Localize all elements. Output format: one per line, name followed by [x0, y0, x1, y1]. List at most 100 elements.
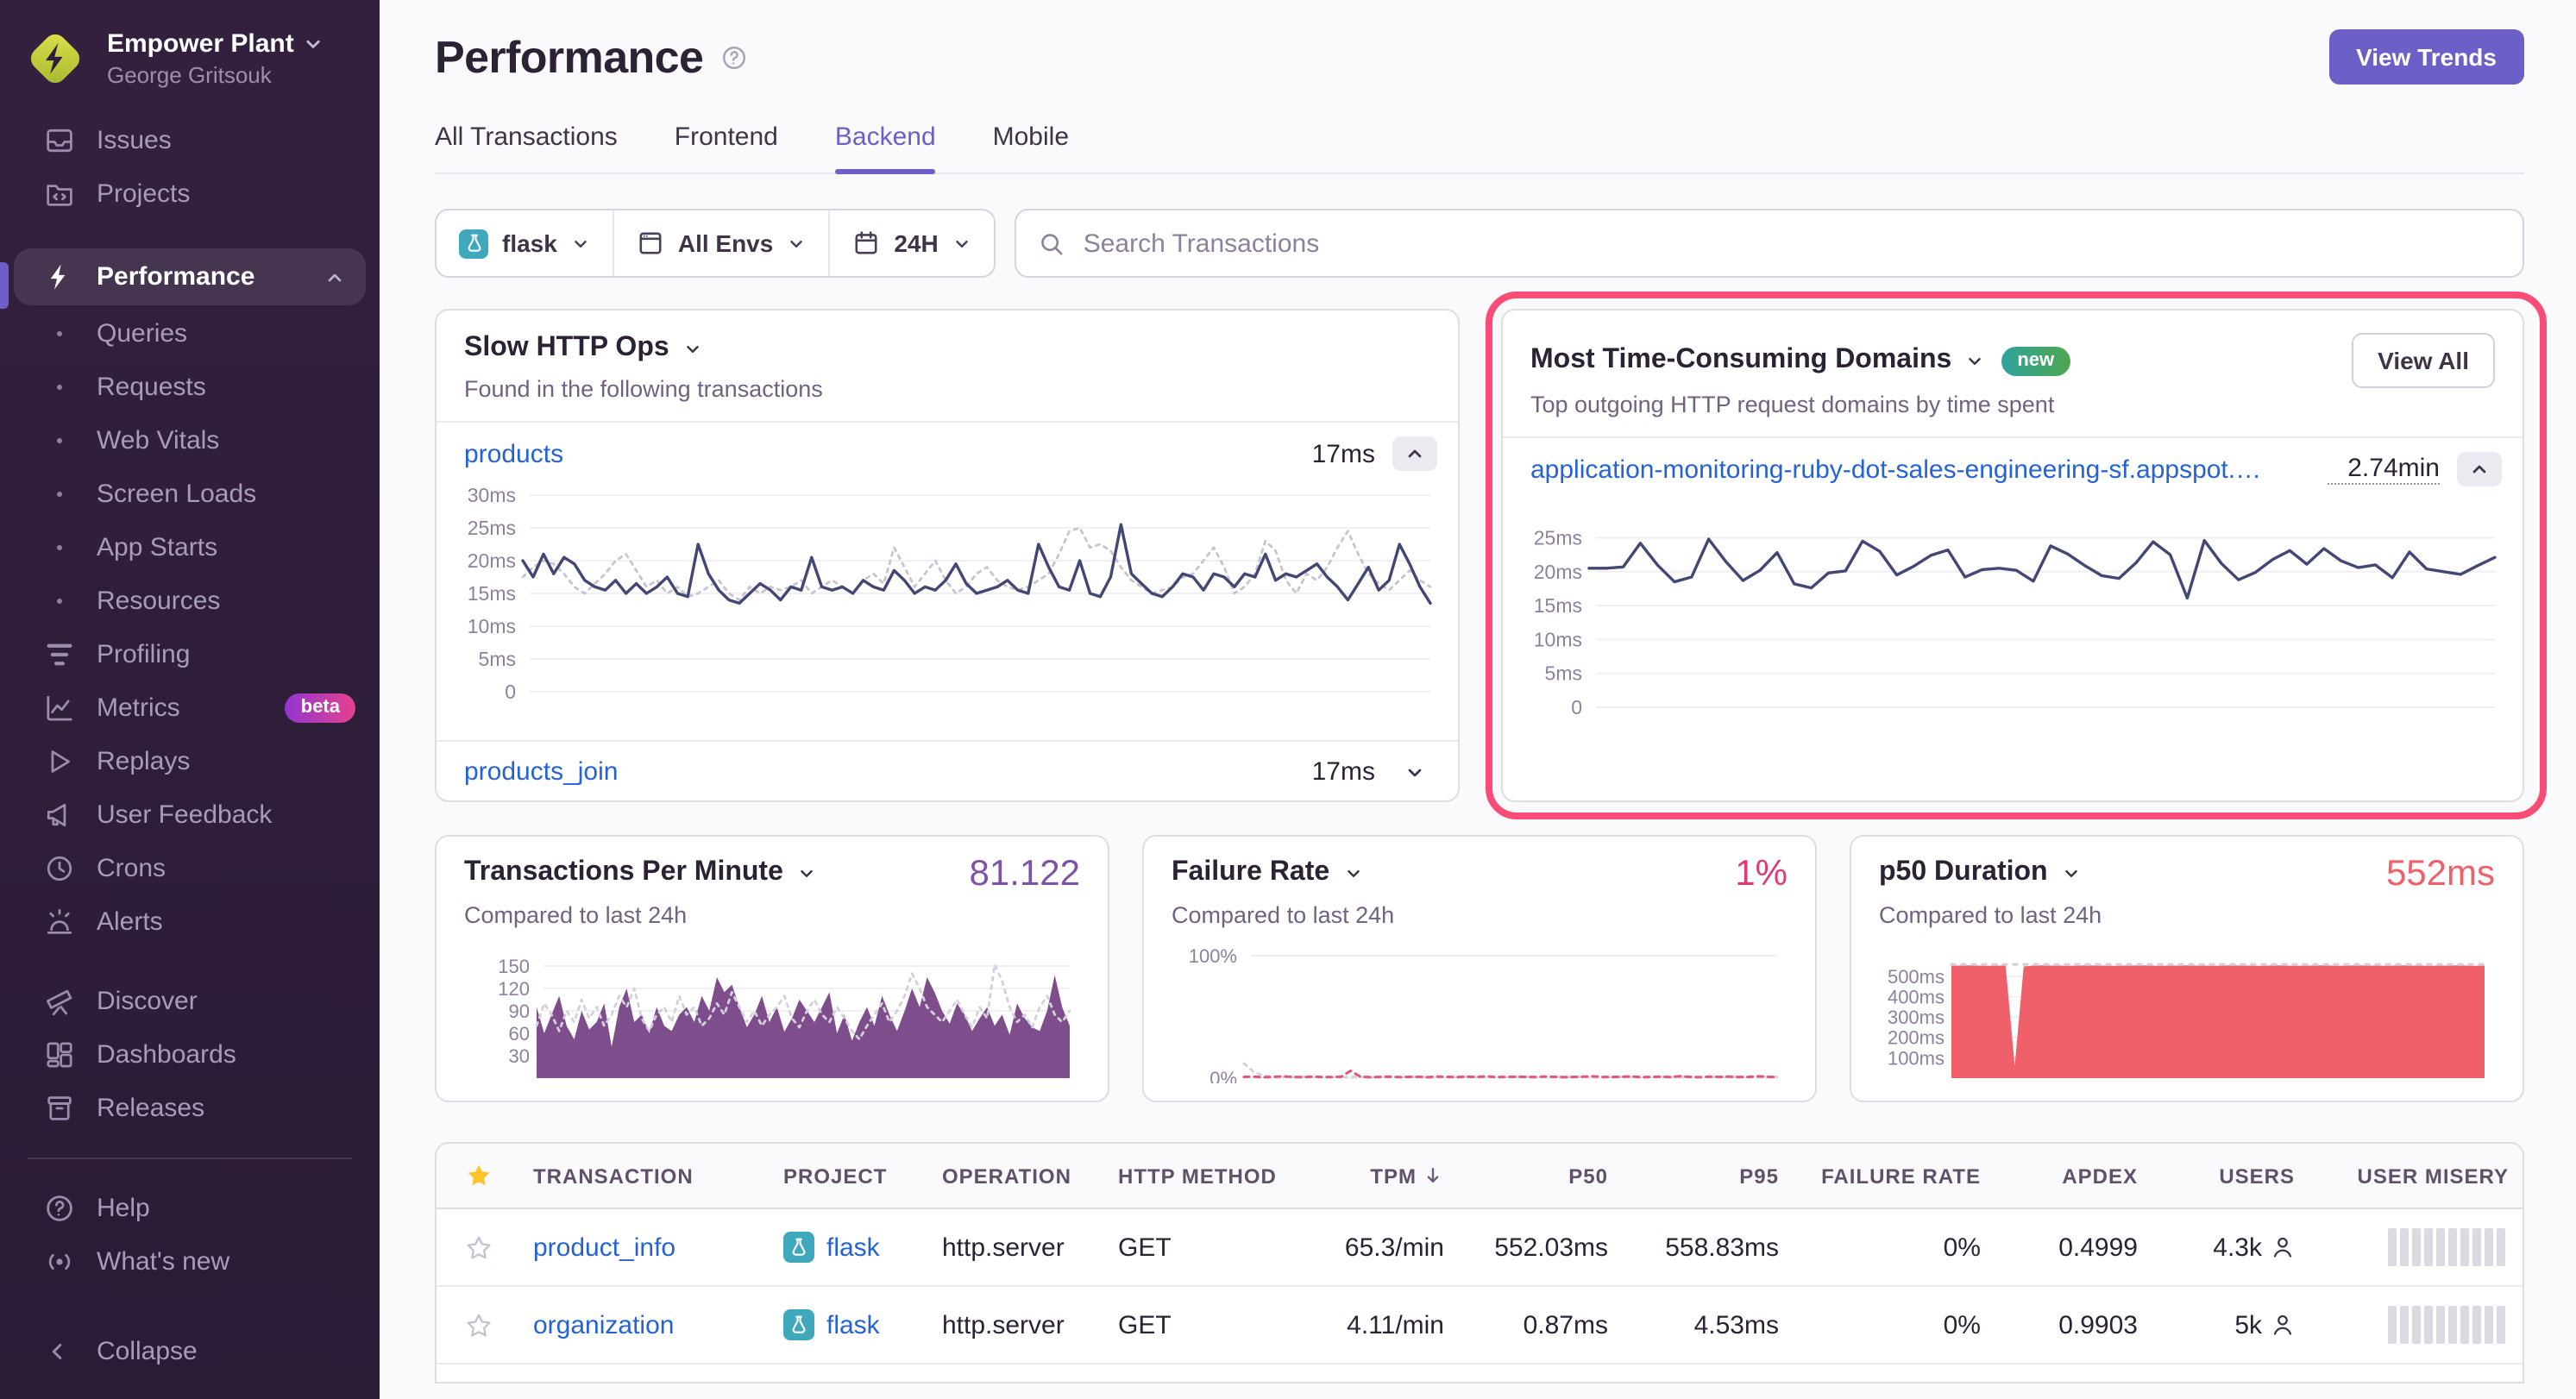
sidebar-item[interactable]: Replays	[0, 735, 380, 788]
sidebar-item[interactable]: Profiling	[0, 628, 380, 681]
products-join-link[interactable]: products_join	[464, 757, 618, 787]
active-nav-accent-bar	[0, 262, 9, 309]
col-operation[interactable]: OPERATION	[928, 1164, 1104, 1188]
project-link[interactable]: flask	[826, 1233, 880, 1262]
org-switcher[interactable]: Empower Plant George Gritsouk	[0, 0, 380, 114]
sidebar-item[interactable]: Discover	[0, 975, 380, 1028]
col-user-misery[interactable]: USER MISERY	[2309, 1164, 2523, 1188]
star-icon[interactable]	[437, 1163, 519, 1189]
sidebar-item[interactable]: Issues	[0, 114, 380, 167]
failure-rate-card: Failure Rate 1% Compared to last 24h 100…	[1142, 835, 1817, 1102]
sidebar-subitem[interactable]: Queries	[0, 307, 380, 361]
project-filter[interactable]: flask	[437, 210, 613, 276]
sidebar-collapse-button[interactable]: Collapse	[0, 1325, 380, 1378]
collapse-icon	[45, 1337, 74, 1366]
time-range-filter[interactable]: 24H	[830, 210, 993, 276]
sidebar-item[interactable]: Projects	[0, 167, 380, 221]
project-link[interactable]: flask	[826, 1310, 880, 1339]
col-tpm[interactable]: TPM	[1303, 1164, 1458, 1188]
star-outline-icon[interactable]	[437, 1312, 519, 1338]
chevron-up-icon[interactable]	[324, 267, 345, 287]
slow-http-ops-title-dropdown[interactable]: Slow HTTP Ops	[464, 333, 702, 364]
calendar-icon	[852, 229, 880, 257]
sidebar-subitem[interactable]: Web Vitals	[0, 414, 380, 467]
chevron-down-icon	[1343, 863, 1362, 882]
search-icon	[1039, 230, 1065, 256]
col-project[interactable]: PROJECT	[770, 1164, 928, 1188]
help-icon	[45, 1194, 74, 1223]
sidebar-item[interactable]: Metrics beta	[0, 681, 380, 735]
sidebar-item[interactable]: User Feedback	[0, 788, 380, 842]
chevron-down-icon	[305, 35, 324, 53]
sidebar-subitem[interactable]: Requests	[0, 361, 380, 414]
domain-link[interactable]: application-monitoring-ruby-dot-sales-en…	[1530, 455, 2272, 484]
bullet-icon	[45, 599, 74, 604]
col-p50[interactable]: P50	[1458, 1164, 1622, 1188]
p50-duration-card: p50 Duration 552ms Compared to last 24h …	[1850, 835, 2524, 1102]
table-body: product_info flask http.server GET 65.3/…	[437, 1209, 2523, 1364]
tab-mobile[interactable]: Mobile	[993, 122, 1069, 173]
environment-filter[interactable]: All Envs	[614, 210, 829, 276]
sidebar-mid-nav: Profiling Metrics beta Replays User Feed…	[0, 628, 380, 949]
col-http-method[interactable]: HTTP METHOD	[1104, 1164, 1303, 1188]
col-transaction[interactable]: TRANSACTION	[519, 1164, 770, 1188]
tpm-title-dropdown[interactable]: Transactions Per Minute	[464, 857, 816, 888]
domains-title-dropdown[interactable]: Most Time-Consuming Domains new	[1530, 345, 2070, 376]
transaction-link[interactable]: product_info	[533, 1233, 675, 1262]
col-apdex[interactable]: APDEX	[1995, 1164, 2152, 1188]
sidebar-item[interactable]: Crons	[0, 842, 380, 895]
help-icon[interactable]	[720, 44, 746, 70]
transaction-link[interactable]: organization	[533, 1310, 674, 1339]
sidebar-divider	[28, 1157, 352, 1159]
sidebar-item[interactable]: Help	[0, 1182, 380, 1235]
domains-chart: 25ms20ms15ms10ms5ms0	[1520, 504, 2505, 756]
bullet-icon	[45, 545, 74, 550]
user-misery-bars	[2309, 1228, 2523, 1266]
domain-time-spent: 2.74min	[2327, 454, 2440, 485]
tab-frontend[interactable]: Frontend	[675, 122, 778, 173]
products-link[interactable]: products	[464, 439, 563, 468]
sidebar-top-nav: Issues Projects	[0, 114, 380, 221]
star-outline-icon[interactable]	[437, 1234, 519, 1260]
view-trends-button[interactable]: View Trends	[2328, 29, 2524, 85]
p50-title-dropdown[interactable]: p50 Duration	[1879, 857, 2081, 888]
sidebar-subitem[interactable]: App Starts	[0, 521, 380, 574]
products-duration: 17ms	[1291, 439, 1375, 468]
flask-project-icon	[783, 1309, 814, 1340]
view-all-button[interactable]: View All	[2352, 333, 2495, 388]
sidebar-item[interactable]: Releases	[0, 1082, 380, 1135]
transactions-table: TRANSACTION PROJECT OPERATION HTTP METHO…	[435, 1142, 2524, 1383]
sidebar-item-label: Dashboards	[97, 1040, 236, 1070]
releases-icon	[45, 1094, 74, 1123]
sidebar-item[interactable]: Alerts	[0, 895, 380, 949]
sidebar-item[interactable]: Dashboards	[0, 1028, 380, 1082]
tab-backend[interactable]: Backend	[835, 122, 936, 173]
search-bar	[1015, 209, 2524, 278]
tpm-cell: 4.11/min	[1303, 1310, 1458, 1339]
collapse-row-button[interactable]	[1392, 436, 1437, 471]
col-p95[interactable]: P95	[1622, 1164, 1793, 1188]
sidebar-item[interactable]: What's new	[0, 1235, 380, 1289]
sidebar-item-performance[interactable]: Performance	[14, 248, 366, 305]
crons-icon	[45, 854, 74, 883]
bullet-icon	[45, 438, 74, 443]
feedback-icon	[45, 800, 74, 830]
search-input[interactable]	[1080, 227, 2500, 260]
chevron-down-icon	[683, 339, 702, 358]
sidebar-subitem[interactable]: Screen Loads	[0, 467, 380, 521]
person-icon	[2271, 1235, 2295, 1259]
slow-http-ops-card: Slow HTTP Ops Found in the following tra…	[435, 309, 1460, 802]
col-users[interactable]: USERS	[2152, 1164, 2309, 1188]
svg-text:90: 90	[509, 1001, 530, 1022]
table-row: organization flask http.server GET 4.11/…	[437, 1287, 2523, 1364]
sidebar-subitem[interactable]: Resources	[0, 574, 380, 628]
products-join-duration: 17ms	[1291, 757, 1375, 787]
svg-text:25ms: 25ms	[1534, 526, 1582, 549]
expand-row-button[interactable]	[1392, 755, 1437, 789]
tab-all-transactions[interactable]: All Transactions	[435, 122, 618, 173]
failure-rate-title-dropdown[interactable]: Failure Rate	[1172, 857, 1362, 888]
col-failure-rate[interactable]: FAILURE RATE	[1793, 1164, 1995, 1188]
tab-bar: All Transactions Frontend Backend Mobile	[435, 122, 2524, 174]
sidebar-subitem-label: App Starts	[97, 533, 217, 562]
collapse-row-button[interactable]	[2457, 452, 2502, 486]
